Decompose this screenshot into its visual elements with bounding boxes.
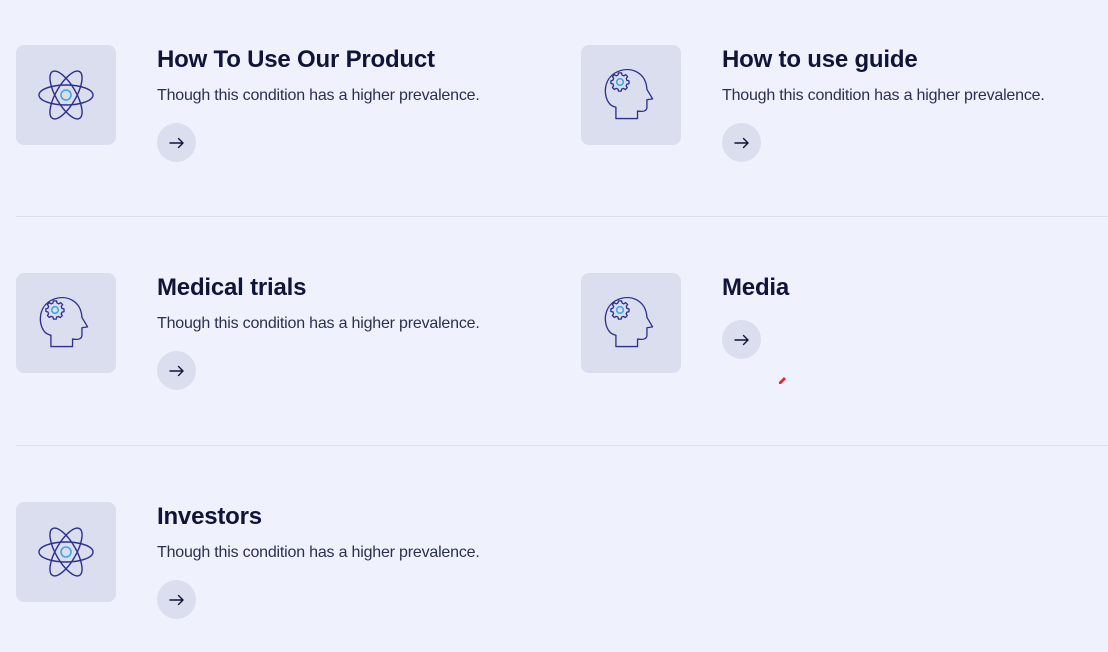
head-gear-icon [39,296,89,348]
row-divider [16,445,1108,446]
card-how-to-use-our-product: How To Use Our Product Though this condi… [16,45,556,195]
card-icon-tile [581,45,681,145]
arrow-right-icon [168,594,184,605]
arrow-right-icon [168,365,184,376]
arrow-right-icon [168,137,184,148]
card-investors: Investors Though this condition has a hi… [16,502,556,652]
card-description: Though this condition has a higher preva… [157,544,480,561]
card-description: Though this condition has a higher preva… [722,87,1045,104]
card-description: Though this condition has a higher preva… [157,315,480,332]
head-gear-icon [604,68,654,120]
arrow-button[interactable] [157,351,196,390]
card-icon-tile [581,273,681,373]
card-title: How To Use Our Product [157,46,435,73]
card-description: Though this condition has a higher preva… [157,87,480,104]
card-medical-trials: Medical trials Though this condition has… [16,273,556,423]
head-gear-icon [604,296,654,348]
card-icon-tile [16,45,116,145]
arrow-button[interactable] [157,580,196,619]
pencil-cursor-icon [779,377,786,384]
card-title: Medical trials [157,274,307,301]
arrow-right-icon [733,137,749,148]
card-title: Investors [157,503,262,530]
atom-icon [38,527,94,577]
card-title: How to use guide [722,46,918,73]
atom-icon [38,70,94,120]
card-icon-tile [16,273,116,373]
arrow-button[interactable] [722,320,761,359]
card-media: Media [581,273,1108,423]
card-icon-tile [16,502,116,602]
arrow-right-icon [733,334,749,345]
row-divider [16,216,1108,217]
arrow-button[interactable] [722,123,761,162]
card-how-to-use-guide: How to use guide Though this condition h… [581,45,1108,195]
card-title: Media [722,274,790,301]
arrow-button[interactable] [157,123,196,162]
